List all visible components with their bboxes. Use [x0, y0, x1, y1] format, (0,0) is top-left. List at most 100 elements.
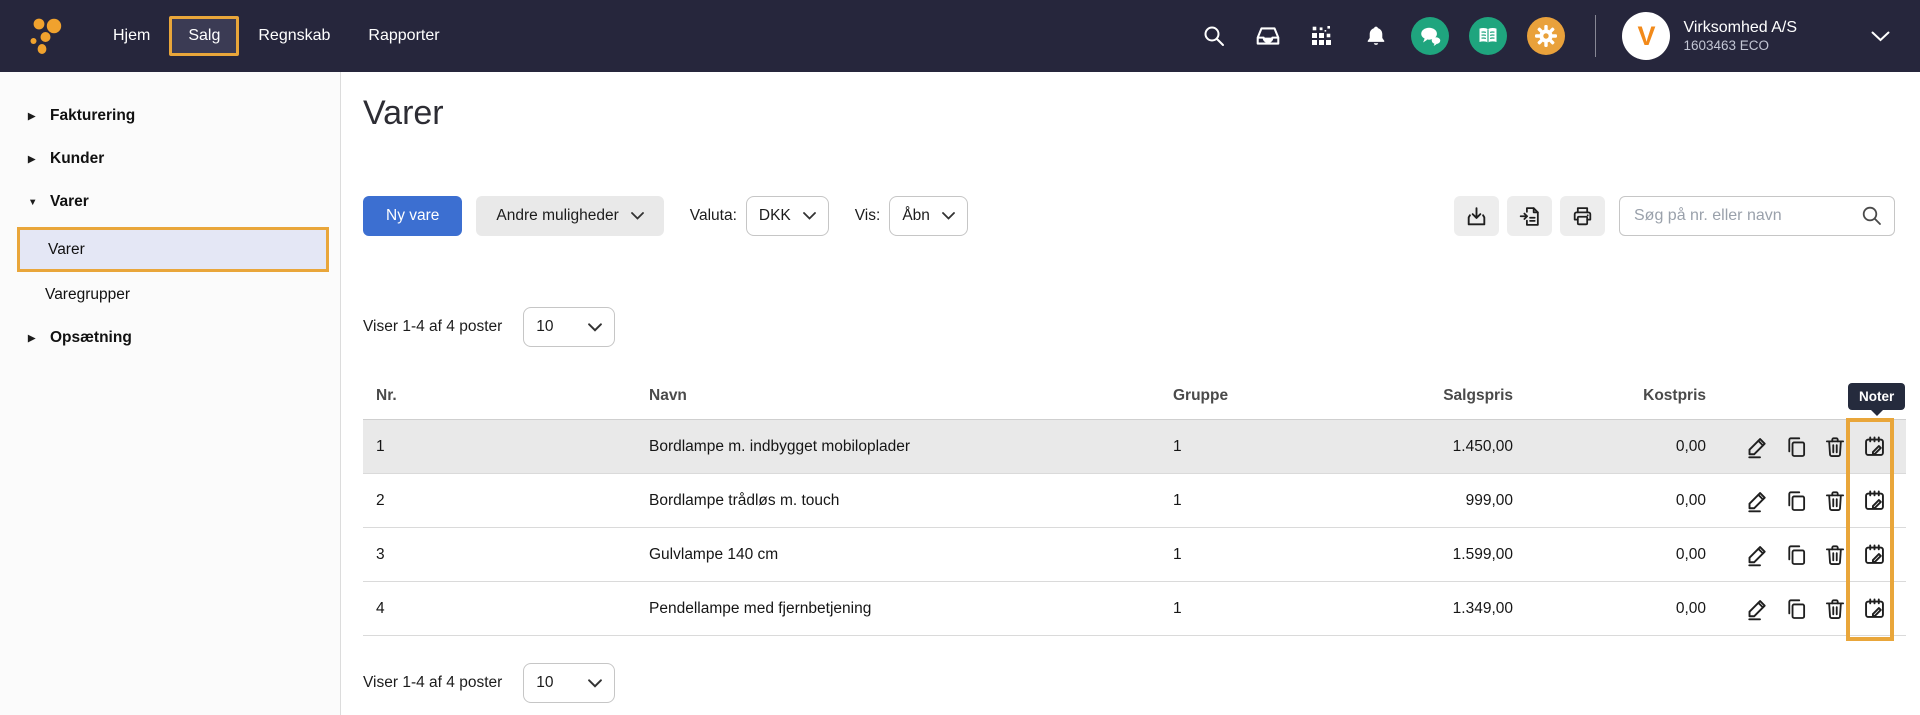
sidebar-item-varer[interactable]: ▼ Varer	[0, 184, 340, 220]
cell-kostpris: 0,00	[1513, 492, 1706, 510]
page-size-select[interactable]: 10	[523, 307, 615, 347]
new-item-button[interactable]: Ny vare	[363, 196, 462, 236]
toolbar-right-group	[1446, 196, 1906, 236]
cell-kostpris: 0,00	[1513, 600, 1706, 618]
navbar-right-group: V Virksomhed A/S 1603463 ECO	[1175, 12, 1890, 60]
copy-icon[interactable]	[1781, 486, 1811, 516]
copy-icon[interactable]	[1781, 540, 1811, 570]
copy-icon[interactable]	[1781, 432, 1811, 462]
print-icon	[1570, 204, 1595, 229]
chat-icon[interactable]	[1411, 17, 1449, 55]
cell-gruppe: 1	[1160, 438, 1318, 456]
nav-item-salg[interactable]: Salg	[169, 16, 239, 56]
table-row[interactable]: 2 Bordlampe trådløs m. touch 1 999,00 0,…	[363, 474, 1906, 528]
cell-kostpris: 0,00	[1513, 546, 1706, 564]
book-icon[interactable]	[1469, 17, 1507, 55]
main-menu: Hjem Salg Regnskab Rapporter	[94, 0, 459, 72]
chevron-right-icon: ▶	[28, 154, 42, 165]
cell-salgspris: 1.450,00	[1318, 438, 1513, 456]
sidebar-item-fakturering[interactable]: ▶ Fakturering	[0, 98, 340, 134]
chevron-down-icon	[803, 212, 816, 220]
toolbar: Ny vare Andre muligheder Valuta: DKK Vis…	[363, 196, 1906, 236]
notes-icon[interactable]	[1859, 540, 1889, 570]
edit-pencil-icon[interactable]	[1742, 486, 1772, 516]
sidebar-subitem-varegrupper[interactable]: Varegrupper	[0, 275, 340, 315]
app-logo-icon[interactable]	[26, 14, 66, 58]
gear-icon[interactable]	[1527, 17, 1565, 55]
trash-icon[interactable]	[1820, 594, 1850, 624]
edit-pencil-icon[interactable]	[1742, 432, 1772, 462]
pagination-summary: Viser 1-4 af 4 poster	[363, 318, 502, 336]
page-size-value: 10	[536, 674, 553, 692]
pagination-bottom: Viser 1-4 af 4 poster 10	[363, 663, 1906, 703]
more-options-dropdown[interactable]: Andre muligheder	[476, 196, 663, 236]
cell-nr: 3	[363, 546, 636, 564]
chevron-right-icon: ▶	[28, 111, 42, 122]
print-button[interactable]	[1560, 196, 1605, 236]
cell-kostpris: 0,00	[1513, 438, 1706, 456]
table-row[interactable]: 1 Bordlampe m. indbygget mobiloplader 1 …	[363, 420, 1906, 474]
apps-grid-icon[interactable]	[1307, 21, 1337, 51]
currency-value: DKK	[759, 207, 791, 225]
nav-item-hjem[interactable]: Hjem	[94, 16, 169, 56]
cell-salgspris: 999,00	[1318, 492, 1513, 510]
header-gruppe[interactable]: Gruppe	[1160, 387, 1318, 405]
export-file-button[interactable]	[1507, 196, 1552, 236]
nav-item-regnskab[interactable]: Regnskab	[239, 16, 349, 56]
notes-icon[interactable]	[1859, 486, 1889, 516]
pagination-top: Viser 1-4 af 4 poster 10	[363, 307, 1906, 347]
nav-item-rapporter[interactable]: Rapporter	[349, 16, 458, 56]
table-row[interactable]: 3 Gulvlampe 140 cm 1 1.599,00 0,00	[363, 528, 1906, 582]
table-header-row: Nr. Navn Gruppe Salgspris Kostpris	[363, 373, 1906, 420]
sidebar-subitem-varer[interactable]: Varer	[17, 227, 329, 272]
download-button[interactable]	[1454, 196, 1499, 236]
chevron-down-icon	[631, 212, 644, 220]
cell-nr: 4	[363, 600, 636, 618]
page-size-value: 10	[536, 318, 553, 336]
company-id: 1603463 ECO	[1683, 38, 1797, 55]
notes-icon[interactable]	[1859, 594, 1889, 624]
export-file-icon	[1517, 204, 1542, 229]
notes-icon[interactable]	[1859, 432, 1889, 462]
search-icon[interactable]	[1199, 21, 1229, 51]
account-chevron-down-icon[interactable]	[1871, 31, 1890, 42]
cell-navn: Pendellampe med fjernbetjening	[636, 600, 1160, 618]
bell-icon[interactable]	[1361, 21, 1391, 51]
notes-tooltip: Noter	[1848, 383, 1905, 410]
cell-salgspris: 1.349,00	[1318, 600, 1513, 618]
edit-pencil-icon[interactable]	[1742, 540, 1772, 570]
inbox-icon[interactable]	[1253, 21, 1283, 51]
header-kostpris[interactable]: Kostpris	[1513, 387, 1706, 405]
page-size-select[interactable]: 10	[523, 663, 615, 703]
trash-icon[interactable]	[1820, 540, 1850, 570]
edit-pencil-icon[interactable]	[1742, 594, 1772, 624]
page-title: Varer	[363, 94, 1906, 133]
chevron-right-icon: ▶	[28, 333, 42, 344]
sidebar-item-kunder[interactable]: ▶ Kunder	[0, 141, 340, 177]
sidebar-item-opsaetning[interactable]: ▶ Opsætning	[0, 320, 340, 356]
table-row[interactable]: 4 Pendellampe med fjernbetjening 1 1.349…	[363, 582, 1906, 636]
header-nr[interactable]: Nr.	[363, 387, 636, 405]
trash-icon[interactable]	[1820, 432, 1850, 462]
trash-icon[interactable]	[1820, 486, 1850, 516]
items-table: Noter Nr. Navn Gruppe Salgspris Kostpris…	[363, 373, 1906, 636]
table-search	[1619, 196, 1895, 236]
company-info[interactable]: Virksomhed A/S 1603463 ECO	[1683, 18, 1797, 55]
view-value: Åbn	[902, 207, 930, 225]
header-navn[interactable]: Navn	[636, 387, 1160, 405]
currency-select[interactable]: DKK	[746, 196, 829, 236]
search-input[interactable]	[1634, 207, 1860, 225]
copy-icon[interactable]	[1781, 594, 1811, 624]
cell-gruppe: 1	[1160, 600, 1318, 618]
sidebar-item-label: Kunder	[50, 150, 104, 168]
company-avatar[interactable]: V	[1622, 12, 1670, 60]
search-icon[interactable]	[1860, 204, 1884, 228]
cell-gruppe: 1	[1160, 492, 1318, 510]
download-icon	[1464, 204, 1489, 229]
notes-tooltip-label: Noter	[1859, 389, 1894, 404]
view-select[interactable]: Åbn	[889, 196, 968, 236]
chevron-down-icon	[942, 212, 955, 220]
cell-navn: Gulvlampe 140 cm	[636, 546, 1160, 564]
header-salgspris[interactable]: Salgspris	[1318, 387, 1513, 405]
currency-label: Valuta:	[690, 207, 737, 225]
